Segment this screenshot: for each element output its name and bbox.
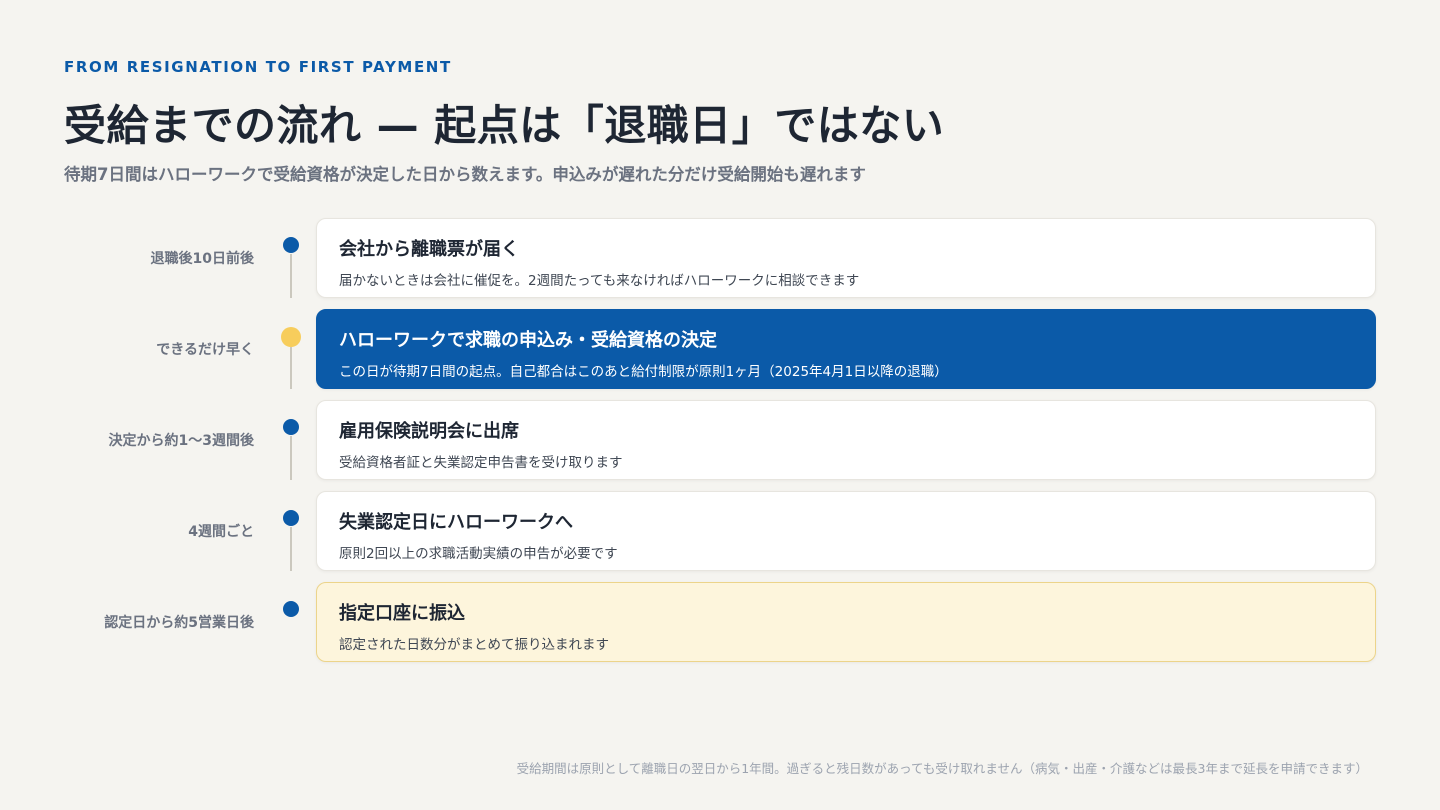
timeline-dot (283, 510, 299, 526)
step-title: ハローワークで求職の申込み・受給資格の決定 (339, 330, 717, 351)
timeline-dot (283, 601, 299, 617)
step-card-highlight: 指定口座に振込 認定された日数分がまとめて振り込まれます (316, 582, 1376, 662)
step-description: 受給資格者証と失業認定申告書を受け取ります (339, 455, 623, 471)
step-card-primary: ハローワークで求職の申込み・受給資格の決定 この日が待期7日間の起点。自己都合は… (316, 309, 1376, 389)
step-title: 会社から離職票が届く (339, 239, 519, 260)
step-title: 指定口座に振込 (339, 603, 465, 624)
step-description: この日が待期7日間の起点。自己都合はこのあと給付制限が原則1ヶ月（2025年4月… (339, 364, 948, 380)
step-description: 原則2回以上の求職活動実績の申告が必要です (339, 546, 618, 562)
step-card: 会社から離職票が届く 届かないときは会社に催促を。2週間たっても来なければハロー… (316, 218, 1376, 298)
step-description: 認定された日数分がまとめて振り込まれます (339, 637, 609, 653)
timeline-dot-highlight (281, 327, 301, 347)
timeline-connector (290, 436, 292, 480)
step-title: 雇用保険説明会に出席 (339, 421, 519, 442)
step-card: 失業認定日にハローワークへ 原則2回以上の求職活動実績の申告が必要です (316, 491, 1376, 571)
timeline-step: 4週間ごと 失業認定日にハローワークへ 原則2回以上の求職活動実績の申告が必要で… (0, 491, 1440, 571)
step-card: 雇用保険説明会に出席 受給資格者証と失業認定申告書を受け取ります (316, 400, 1376, 480)
timeline-dot (283, 419, 299, 435)
timeline-connector (290, 527, 292, 571)
timeline-connector (290, 254, 292, 298)
footnote: 受給期間は原則として離職日の翌日から1年間。過ぎると残日数があっても受け取れませ… (516, 761, 1368, 776)
page-subtitle: 待期7日間はハローワークで受給資格が決定した日から数えます。申込みが遅れた分だけ… (64, 165, 866, 184)
step-timing: 4週間ごと (188, 524, 254, 540)
timeline-step: できるだけ早く ハローワークで求職の申込み・受給資格の決定 この日が待期7日間の… (0, 309, 1440, 389)
timeline-dot (283, 237, 299, 253)
step-timing: 認定日から約5営業日後 (104, 615, 254, 631)
page-title: 受給までの流れ — 起点は「退職日」ではない (64, 101, 945, 150)
timeline-step: 退職後10日前後 会社から離職票が届く 届かないときは会社に催促を。2週間たって… (0, 218, 1440, 298)
step-timing: 退職後10日前後 (150, 251, 254, 267)
timeline-step: 認定日から約5営業日後 指定口座に振込 認定された日数分がまとめて振り込まれます (0, 582, 1440, 662)
eyebrow-label: FROM RESIGNATION TO FIRST PAYMENT (64, 58, 452, 76)
step-description: 届かないときは会社に催促を。2週間たっても来なければハローワークに相談できます (339, 273, 860, 289)
step-timing: 決定から約1〜3週間後 (108, 433, 254, 449)
step-timing: できるだけ早く (156, 342, 254, 358)
step-title: 失業認定日にハローワークへ (339, 512, 573, 533)
timeline-connector (290, 347, 292, 389)
timeline-step: 決定から約1〜3週間後 雇用保険説明会に出席 受給資格者証と失業認定申告書を受け… (0, 400, 1440, 480)
